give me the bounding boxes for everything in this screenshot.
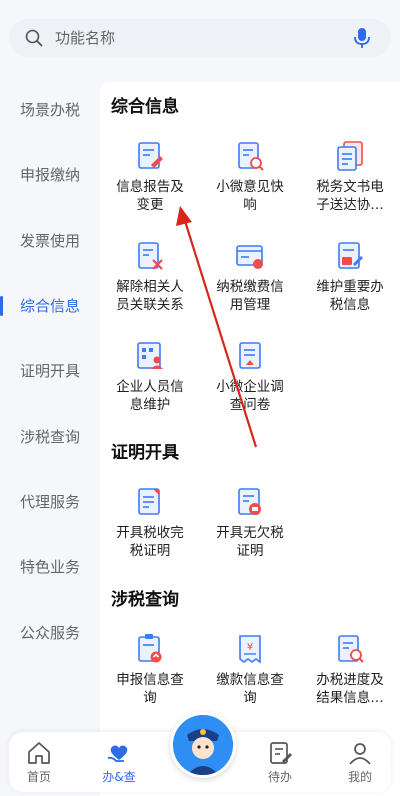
tile-label-line2: 查问卷 (229, 397, 271, 413)
document-unlink-icon (138, 242, 163, 270)
tile-label-line1: 税务文书电 (316, 179, 384, 195)
category-sidebar: 场景办税 申报缴纳 发票使用 综合信息 证明开具 涉税查询 代理服务 特色业务 … (0, 82, 100, 732)
survey-icon (239, 342, 261, 369)
sidebar-item-public[interactable]: 公众服务 (0, 617, 100, 649)
section-title-certificate: 证明开具 (111, 443, 179, 463)
nav-item-todo[interactable]: 待办 (250, 732, 310, 792)
sidebar-item-invoice[interactable]: 发票使用 (0, 225, 100, 257)
tile-label-line2: 结果信息… (316, 690, 384, 706)
certificate-icon (138, 488, 160, 515)
document-tax-icon (338, 242, 363, 269)
home-icon (28, 742, 50, 764)
tile-label-line2: 证明 (236, 543, 264, 559)
nav-label-mine: 我的 (347, 770, 372, 784)
tile-label-line2: 息维护 (129, 397, 171, 413)
tile-staff-info-maintain[interactable]: 企业人员信 息维护 (102, 340, 198, 414)
sidebar-item-general-info[interactable]: 综合信息 (0, 290, 100, 322)
nav-item-handle-query[interactable]: 办&查 (89, 732, 149, 792)
assistant-avatar-button[interactable] (170, 712, 236, 778)
tile-label-line1: 小微意见快 (216, 179, 284, 195)
heart-hand-icon (107, 745, 128, 762)
person-icon (349, 743, 371, 765)
tile-label-line1: 缴款信息查 (216, 672, 284, 688)
declare-query-icon (138, 634, 162, 663)
sidebar-item-tax-query[interactable]: 涉税查询 (0, 421, 100, 453)
function-panel: 综合信息 信息报告及 变更 小微意见快响 税务文书电 子送达协… 解除相关人 员… (100, 82, 400, 796)
tile-label-line2: 员关联关系 (116, 297, 184, 313)
search-input[interactable]: 功能名称 (55, 28, 115, 48)
search-icon (25, 29, 43, 47)
sidebar-item-agency[interactable]: 代理服务 (0, 486, 100, 518)
staff-icon (137, 342, 163, 369)
tile-label-line1: 纳税缴费信 (216, 279, 284, 295)
tile-label-line1: 开具税收完 (116, 525, 184, 541)
nav-label-handle-query: 办&查 (102, 770, 136, 784)
tile-label-line1: 信息报告及 (116, 179, 184, 195)
tile-label-line2: 用管理 (229, 297, 271, 313)
tile-label-line1: 申报信息查 (116, 672, 184, 688)
tile-label-line1: 办税进度及 (316, 672, 384, 688)
tile-credit-management[interactable]: 纳税缴费信 用管理 (202, 240, 298, 314)
nav-item-home[interactable]: 首页 (9, 732, 69, 792)
sidebar-item-special[interactable]: 特色业务 (0, 551, 100, 583)
tile-label-line2: 税信息 (329, 297, 371, 313)
documents-icon (337, 141, 363, 171)
tile-label-line1: 维护重要办 (316, 279, 384, 295)
tile-label-line2: 税证明 (129, 543, 171, 559)
tile-label-line2: 变更 (136, 197, 164, 213)
todo-icon (270, 742, 292, 764)
credit-card-icon (236, 245, 263, 269)
microphone-icon[interactable] (353, 27, 371, 49)
tile-label-line1: 开具无欠税 (216, 525, 284, 541)
sidebar-item-certificate[interactable]: 证明开具 (0, 355, 100, 387)
tile-tax-document-delivery[interactable]: 税务文书电子送达协… (302, 140, 398, 214)
tile-info-report-change[interactable]: 信息报告及 变更 (102, 140, 198, 214)
section-title-general-info: 综合信息 (111, 97, 179, 117)
nav-label-todo: 待办 (267, 770, 292, 784)
tile-label-line1: 小微企业调 (216, 379, 284, 395)
tile-label-line2: 询 (243, 690, 257, 706)
tile-small-micro-feedback[interactable]: 小微意见快响 (202, 140, 298, 214)
tile-label-line2: 询 (143, 690, 157, 706)
tile-label-line1: 企业人员信 (116, 379, 184, 395)
sidebar-item-declare-pay[interactable]: 申报缴纳 (0, 159, 100, 191)
tile-small-micro-survey[interactable]: 小微企业调 查问卷 (202, 340, 298, 414)
payment-query-icon: ¥ (239, 635, 261, 664)
svg-text:¥: ¥ (247, 642, 253, 653)
section-title-tax-query: 涉税查询 (111, 590, 179, 610)
tile-no-arrears-certificate[interactable]: 开具无欠税 证明 (202, 486, 298, 560)
nav-item-mine[interactable]: 我的 (330, 732, 390, 792)
tile-progress-result-query[interactable]: 办税进度及结果信息… (302, 633, 398, 707)
tile-remove-personnel-relation[interactable]: 解除相关人员关联关系 (102, 240, 198, 314)
tile-label-line1: 解除相关人 (116, 279, 184, 295)
nav-label-home: 首页 (26, 770, 51, 784)
tile-maintain-tax-info[interactable]: 维护重要办 税信息 (302, 240, 398, 314)
sidebar-item-scene-tax[interactable]: 场景办税 (0, 94, 100, 126)
tile-declaration-query[interactable]: 申报信息查询 (102, 633, 198, 707)
tile-label-line2: 子送达协… (316, 197, 384, 213)
certificate-stamp-icon (238, 488, 261, 515)
document-search-icon (238, 142, 264, 171)
search-bar[interactable]: 功能名称 (9, 19, 391, 57)
tile-tax-paid-certificate[interactable]: 开具税收完 税证明 (102, 486, 198, 560)
document-edit-icon (138, 142, 163, 169)
progress-query-icon (338, 635, 364, 663)
tax-officer-avatar-icon (173, 715, 233, 775)
tile-payment-query[interactable]: ¥ 缴款信息查询 (202, 633, 298, 707)
tile-label-line2: 响 (243, 197, 257, 213)
